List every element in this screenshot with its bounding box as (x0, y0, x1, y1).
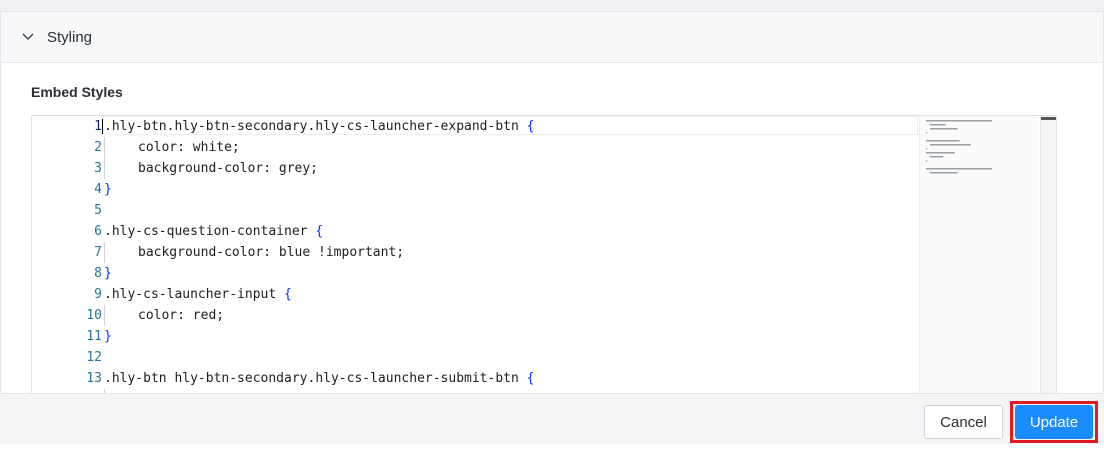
code-text: .hly-cs-question-container (104, 224, 316, 239)
code-brace: } (104, 182, 112, 197)
code-brace: } (104, 266, 112, 281)
code-line[interactable]: } (104, 326, 112, 347)
code-line[interactable]: color: white; (138, 137, 240, 158)
code-line[interactable]: background-color: blue !important; (138, 242, 404, 263)
bottom-strip (0, 444, 1104, 463)
editor-scrollbar[interactable] (1040, 116, 1056, 396)
minimap-preview (926, 120, 992, 174)
code-line[interactable]: .hly-cs-question-container { (104, 221, 323, 242)
editor-scrollbar-thumb[interactable] (1041, 117, 1056, 120)
code-line[interactable]: background-color: grey; (138, 158, 318, 179)
text-caret (102, 119, 103, 134)
code-text: background-color: grey; (138, 161, 319, 176)
code-brace: { (526, 371, 535, 386)
indent-guide (104, 158, 105, 179)
line-number: 7 (94, 245, 102, 260)
line-number-gutter: 1234567891011121314 (32, 116, 102, 396)
line-number: 10 (86, 308, 102, 323)
indent-guide (104, 305, 105, 326)
code-text: background-color: blue !important; (138, 245, 405, 260)
minimap-line (930, 124, 946, 126)
indent-guide (104, 242, 105, 263)
code-text: color: red; (138, 308, 225, 323)
code-brace: { (284, 287, 292, 302)
code-line[interactable]: } (104, 179, 112, 200)
code-brace: { (526, 119, 535, 134)
minimap-line (930, 172, 958, 174)
minimap-line (930, 144, 971, 146)
minimap-line (926, 148, 928, 150)
code-minimap[interactable] (919, 116, 1038, 396)
minimap-line (926, 140, 960, 142)
minimap-line (926, 160, 928, 162)
minimap-line (930, 128, 958, 130)
minimap-line (926, 152, 955, 154)
minimap-line (926, 120, 992, 122)
line-number: 5 (94, 203, 102, 218)
minimap-line (926, 168, 992, 170)
cancel-button[interactable]: Cancel (924, 405, 1003, 439)
code-line[interactable]: .hly-btn.hly-btn-secondary.hly-cs-launch… (104, 116, 534, 137)
line-number: 4 (94, 182, 102, 197)
line-number: 9 (94, 287, 102, 302)
line-number: 8 (94, 266, 102, 281)
code-text: .hly-btn.hly-btn-secondary.hly-cs-launch… (104, 119, 527, 134)
code-line[interactable]: .hly-btn hly-btn-secondary.hly-cs-launch… (104, 368, 534, 389)
code-line[interactable]: } (104, 263, 112, 284)
minimap-line (926, 132, 928, 134)
styling-panel-header[interactable]: Styling (1, 12, 1103, 63)
css-code-editor[interactable]: 1234567891011121314 .hly-btn.hly-btn-sec… (31, 115, 1057, 396)
code-text: .hly-btn hly-btn-secondary.hly-cs-launch… (104, 371, 527, 386)
line-number: 2 (94, 140, 102, 155)
code-line[interactable]: color: red; (138, 305, 224, 326)
indent-guide (104, 137, 105, 158)
line-number: 3 (94, 161, 102, 176)
code-text: color: white; (138, 140, 240, 155)
code-area[interactable]: .hly-btn.hly-btn-secondary.hly-cs-launch… (102, 116, 918, 396)
panel-title[interactable]: Styling (47, 29, 92, 46)
chevron-down-icon[interactable] (21, 30, 35, 44)
line-number: 13 (86, 371, 102, 386)
dialog-footer: Cancel Update (0, 393, 1104, 444)
line-number: 12 (86, 350, 102, 365)
top-strip (0, 0, 1104, 11)
line-number: 11 (86, 329, 102, 344)
embed-styles-label: Embed Styles (31, 84, 123, 100)
update-button[interactable]: Update (1015, 405, 1093, 439)
code-brace: { (315, 224, 324, 239)
code-brace: } (104, 329, 112, 344)
minimap-line (930, 156, 944, 158)
line-number: 6 (94, 224, 102, 239)
code-line[interactable]: .hly-cs-launcher-input { (104, 284, 292, 305)
styling-panel: Styling Embed Styles 1234567891011121314… (0, 11, 1104, 396)
line-number: 1 (94, 119, 102, 134)
code-text: .hly-cs-launcher-input (104, 287, 285, 302)
